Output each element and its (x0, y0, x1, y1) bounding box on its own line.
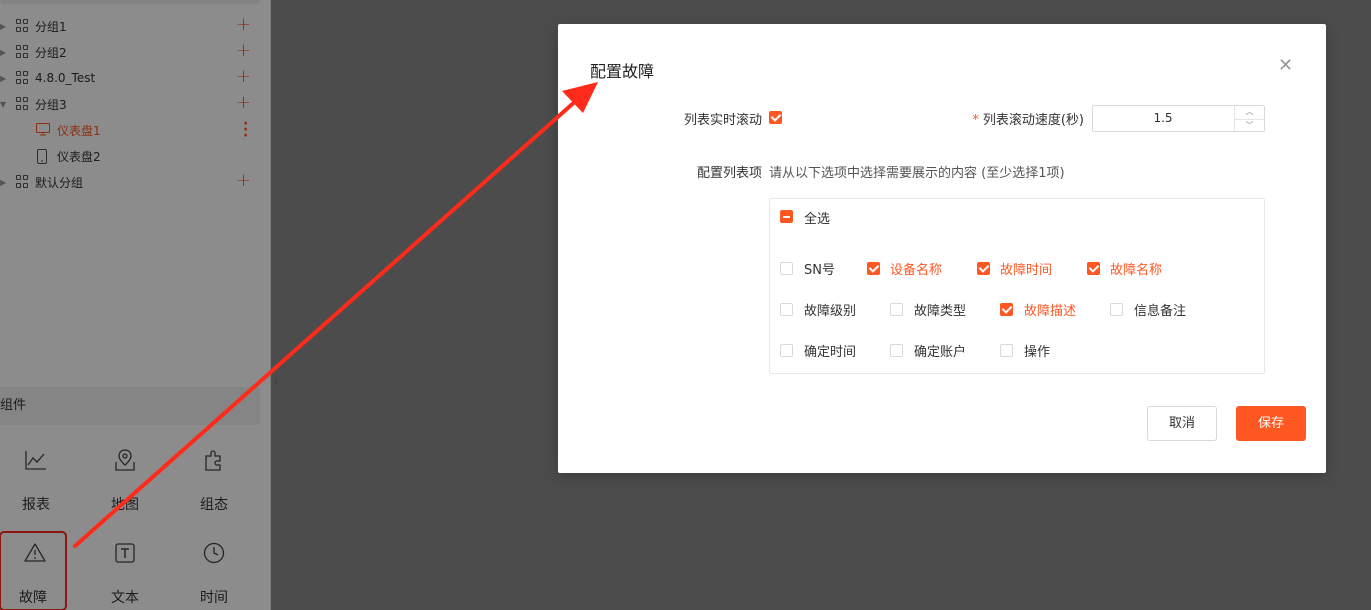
dialog-title: 配置故障 (590, 62, 655, 81)
chevron-down-icon[interactable]: ﹀ (1235, 118, 1264, 132)
save-button[interactable]: 保存 (1236, 406, 1306, 441)
select-all-checkbox[interactable] (780, 210, 793, 223)
option-checkbox-sn[interactable] (780, 262, 793, 275)
option-label[interactable]: 故障级别 (804, 300, 856, 319)
option-checkbox-fault-time[interactable] (977, 262, 990, 275)
option-label[interactable]: 故障名称 (1110, 259, 1162, 278)
list-items-hint: 请从以下选项中选择需要展示的内容 (至少选择1项) (769, 166, 1065, 181)
option-checkbox-device-name[interactable] (867, 262, 880, 275)
option-label[interactable]: 故障类型 (914, 300, 966, 319)
option-checkbox-operation[interactable] (1000, 344, 1013, 357)
option-checkbox-remark[interactable] (1110, 303, 1123, 316)
stepper: ︿ ﹀ (1234, 106, 1264, 131)
scroll-speed-value[interactable]: 1.5 (1093, 106, 1233, 131)
option-label[interactable]: 信息备注 (1134, 300, 1186, 319)
option-label[interactable]: 确定时间 (804, 341, 856, 360)
scroll-speed-label-text: 列表滚动速度(秒) (982, 113, 1084, 128)
configure-fault-dialog: 配置故障 ✕ 列表实时滚动 * 列表滚动速度(秒) 1.5 ︿ ﹀ 配置列表项 请… (558, 24, 1326, 473)
realtime-scroll-checkbox[interactable] (769, 111, 782, 124)
chevron-up-icon[interactable]: ︿ (1235, 106, 1264, 119)
option-checkbox-fault-level[interactable] (780, 303, 793, 316)
select-all-label[interactable]: 全选 (804, 208, 830, 227)
option-checkbox-fault-type[interactable] (890, 303, 903, 316)
option-label[interactable]: 故障描述 (1024, 300, 1076, 319)
realtime-scroll-label: 列表实时滚动 (683, 113, 762, 128)
option-label[interactable]: 确定账户 (914, 341, 966, 360)
scroll-speed-label: * 列表滚动速度(秒) (972, 113, 1084, 128)
options-box: 全选 SN号 设备名称 故障时间 故障名称 故障级别 故障类型 故障描述 信息备… (769, 198, 1265, 374)
option-checkbox-confirm-account[interactable] (890, 344, 903, 357)
option-checkbox-confirm-time[interactable] (780, 344, 793, 357)
option-label[interactable]: SN号 (804, 259, 835, 278)
cancel-button[interactable]: 取消 (1147, 406, 1217, 441)
list-items-label: 配置列表项 (696, 166, 762, 181)
scroll-speed-input[interactable]: 1.5 ︿ ﹀ (1092, 105, 1265, 132)
option-label[interactable]: 故障时间 (1000, 259, 1052, 278)
option-label[interactable]: 操作 (1024, 341, 1050, 360)
option-label[interactable]: 设备名称 (890, 259, 942, 278)
option-checkbox-fault-desc[interactable] (1000, 303, 1013, 316)
close-icon[interactable]: ✕ (1278, 57, 1293, 75)
option-checkbox-fault-name[interactable] (1087, 262, 1100, 275)
